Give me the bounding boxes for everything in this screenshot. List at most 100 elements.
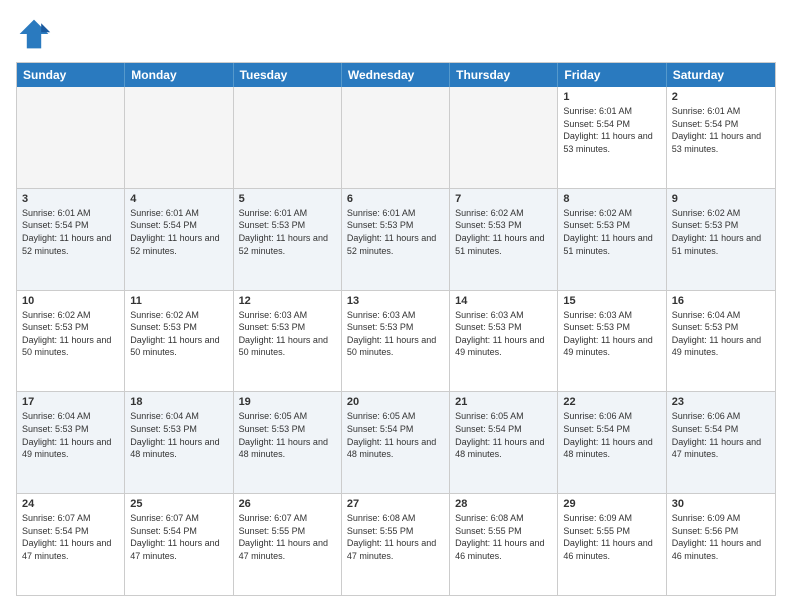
calendar-body: 1 Sunrise: 6:01 AM Sunset: 5:54 PM Daylig… — [17, 87, 775, 595]
header-cell-saturday: Saturday — [667, 63, 775, 87]
empty-cell-0-0 — [17, 87, 125, 188]
header-cell-sunday: Sunday — [17, 63, 125, 87]
day-number: 16 — [672, 295, 770, 307]
header-cell-friday: Friday — [558, 63, 666, 87]
day-number: 8 — [563, 193, 660, 205]
day-info: Sunrise: 6:02 AM Sunset: 5:53 PM Dayligh… — [22, 309, 119, 359]
day-cell-12: 12 Sunrise: 6:03 AM Sunset: 5:53 PM Dayli… — [234, 291, 342, 392]
day-info: Sunrise: 6:02 AM Sunset: 5:53 PM Dayligh… — [563, 207, 660, 257]
day-number: 17 — [22, 396, 119, 408]
day-info: Sunrise: 6:03 AM Sunset: 5:53 PM Dayligh… — [455, 309, 552, 359]
day-cell-7: 7Sunrise: 6:02 AM Sunset: 5:53 PM Daylig… — [450, 189, 558, 290]
day-number: 10 — [22, 295, 119, 307]
day-cell-6: 6 Sunrise: 6:01 AM Sunset: 5:53 PM Daylig… — [342, 189, 450, 290]
calendar: SundayMondayTuesdayWednesdayThursdayFrid… — [16, 62, 776, 596]
day-info: Sunrise: 6:07 AM Sunset: 5:55 PM Dayligh… — [239, 512, 336, 562]
day-info: Sunrise: 6:06 AM Sunset: 5:54 PM Dayligh… — [563, 410, 660, 460]
empty-cell-0-4 — [450, 87, 558, 188]
header — [16, 16, 776, 52]
calendar-row-3: 10 Sunrise: 6:02 AM Sunset: 5:53 PM Dayli… — [17, 291, 775, 393]
day-number: 26 — [239, 498, 336, 510]
day-number: 19 — [239, 396, 336, 408]
day-cell-26: 26 Sunrise: 6:07 AM Sunset: 5:55 PM Dayli… — [234, 494, 342, 595]
day-cell-3: 3 Sunrise: 6:01 AM Sunset: 5:54 PM Daylig… — [17, 189, 125, 290]
day-cell-10: 10 Sunrise: 6:02 AM Sunset: 5:53 PM Dayli… — [17, 291, 125, 392]
day-cell-15: 15 Sunrise: 6:03 AM Sunset: 5:53 PM Dayli… — [558, 291, 666, 392]
day-number: 6 — [347, 193, 444, 205]
day-number: 29 — [563, 498, 660, 510]
day-number: 15 — [563, 295, 660, 307]
day-number: 3 — [22, 193, 119, 205]
day-info: Sunrise: 6:09 AM Sunset: 5:56 PM Dayligh… — [672, 512, 770, 562]
calendar-header: SundayMondayTuesdayWednesdayThursdayFrid… — [17, 63, 775, 87]
day-number: 21 — [455, 396, 552, 408]
day-number: 30 — [672, 498, 770, 510]
day-info: Sunrise: 6:08 AM Sunset: 5:55 PM Dayligh… — [347, 512, 444, 562]
day-info: Sunrise: 6:04 AM Sunset: 5:53 PM Dayligh… — [22, 410, 119, 460]
day-number: 27 — [347, 498, 444, 510]
day-cell-1: 1 Sunrise: 6:01 AM Sunset: 5:54 PM Daylig… — [558, 87, 666, 188]
day-number: 12 — [239, 295, 336, 307]
empty-cell-0-3 — [342, 87, 450, 188]
page: SundayMondayTuesdayWednesdayThursdayFrid… — [0, 0, 792, 612]
day-info: Sunrise: 6:07 AM Sunset: 5:54 PM Dayligh… — [22, 512, 119, 562]
day-number: 20 — [347, 396, 444, 408]
day-info: Sunrise: 6:04 AM Sunset: 5:53 PM Dayligh… — [672, 309, 770, 359]
day-cell-30: 30 Sunrise: 6:09 AM Sunset: 5:56 PM Dayli… — [667, 494, 775, 595]
header-cell-thursday: Thursday — [450, 63, 558, 87]
day-cell-23: 23Sunrise: 6:06 AM Sunset: 5:54 PM Dayli… — [667, 392, 775, 493]
day-cell-2: 2Sunrise: 6:01 AM Sunset: 5:54 PM Daylig… — [667, 87, 775, 188]
day-info: Sunrise: 6:03 AM Sunset: 5:53 PM Dayligh… — [239, 309, 336, 359]
day-info: Sunrise: 6:02 AM Sunset: 5:53 PM Dayligh… — [672, 207, 770, 257]
day-info: Sunrise: 6:01 AM Sunset: 5:54 PM Dayligh… — [22, 207, 119, 257]
day-cell-29: 29 Sunrise: 6:09 AM Sunset: 5:55 PM Dayli… — [558, 494, 666, 595]
day-number: 18 — [130, 396, 227, 408]
day-number: 28 — [455, 498, 552, 510]
day-info: Sunrise: 6:01 AM Sunset: 5:54 PM Dayligh… — [563, 105, 660, 155]
day-cell-5: 5 Sunrise: 6:01 AM Sunset: 5:53 PM Daylig… — [234, 189, 342, 290]
day-cell-16: 16 Sunrise: 6:04 AM Sunset: 5:53 PM Dayli… — [667, 291, 775, 392]
day-info: Sunrise: 6:01 AM Sunset: 5:53 PM Dayligh… — [239, 207, 336, 257]
day-number: 22 — [563, 396, 660, 408]
day-info: Sunrise: 6:01 AM Sunset: 5:53 PM Dayligh… — [347, 207, 444, 257]
day-info: Sunrise: 6:04 AM Sunset: 5:53 PM Dayligh… — [130, 410, 227, 460]
empty-cell-0-1 — [125, 87, 233, 188]
day-cell-24: 24 Sunrise: 6:07 AM Sunset: 5:54 PM Dayli… — [17, 494, 125, 595]
day-cell-9: 9Sunrise: 6:02 AM Sunset: 5:53 PM Daylig… — [667, 189, 775, 290]
day-cell-18: 18 Sunrise: 6:04 AM Sunset: 5:53 PM Dayli… — [125, 392, 233, 493]
day-cell-13: 13Sunrise: 6:03 AM Sunset: 5:53 PM Dayli… — [342, 291, 450, 392]
day-info: Sunrise: 6:05 AM Sunset: 5:54 PM Dayligh… — [347, 410, 444, 460]
header-cell-monday: Monday — [125, 63, 233, 87]
day-cell-21: 21 Sunrise: 6:05 AM Sunset: 5:54 PM Dayli… — [450, 392, 558, 493]
day-cell-14: 14 Sunrise: 6:03 AM Sunset: 5:53 PM Dayli… — [450, 291, 558, 392]
day-cell-19: 19Sunrise: 6:05 AM Sunset: 5:53 PM Dayli… — [234, 392, 342, 493]
day-cell-20: 20 Sunrise: 6:05 AM Sunset: 5:54 PM Dayli… — [342, 392, 450, 493]
day-info: Sunrise: 6:03 AM Sunset: 5:53 PM Dayligh… — [563, 309, 660, 359]
day-cell-11: 11Sunrise: 6:02 AM Sunset: 5:53 PM Dayli… — [125, 291, 233, 392]
day-info: Sunrise: 6:08 AM Sunset: 5:55 PM Dayligh… — [455, 512, 552, 562]
day-number: 1 — [563, 91, 660, 103]
day-number: 11 — [130, 295, 227, 307]
day-number: 14 — [455, 295, 552, 307]
logo — [16, 16, 56, 52]
logo-icon — [16, 16, 52, 52]
day-number: 4 — [130, 193, 227, 205]
day-info: Sunrise: 6:02 AM Sunset: 5:53 PM Dayligh… — [455, 207, 552, 257]
day-number: 25 — [130, 498, 227, 510]
day-info: Sunrise: 6:09 AM Sunset: 5:55 PM Dayligh… — [563, 512, 660, 562]
empty-cell-0-2 — [234, 87, 342, 188]
calendar-row-5: 24 Sunrise: 6:07 AM Sunset: 5:54 PM Dayli… — [17, 494, 775, 595]
day-info: Sunrise: 6:05 AM Sunset: 5:54 PM Dayligh… — [455, 410, 552, 460]
day-cell-28: 28 Sunrise: 6:08 AM Sunset: 5:55 PM Dayli… — [450, 494, 558, 595]
calendar-row-1: 1 Sunrise: 6:01 AM Sunset: 5:54 PM Daylig… — [17, 87, 775, 189]
day-info: Sunrise: 6:06 AM Sunset: 5:54 PM Dayligh… — [672, 410, 770, 460]
day-number: 24 — [22, 498, 119, 510]
day-info: Sunrise: 6:07 AM Sunset: 5:54 PM Dayligh… — [130, 512, 227, 562]
day-number: 2 — [672, 91, 770, 103]
header-cell-wednesday: Wednesday — [342, 63, 450, 87]
calendar-row-4: 17 Sunrise: 6:04 AM Sunset: 5:53 PM Dayli… — [17, 392, 775, 494]
day-info: Sunrise: 6:01 AM Sunset: 5:54 PM Dayligh… — [130, 207, 227, 257]
day-cell-17: 17 Sunrise: 6:04 AM Sunset: 5:53 PM Dayli… — [17, 392, 125, 493]
day-number: 5 — [239, 193, 336, 205]
day-cell-22: 22 Sunrise: 6:06 AM Sunset: 5:54 PM Dayli… — [558, 392, 666, 493]
